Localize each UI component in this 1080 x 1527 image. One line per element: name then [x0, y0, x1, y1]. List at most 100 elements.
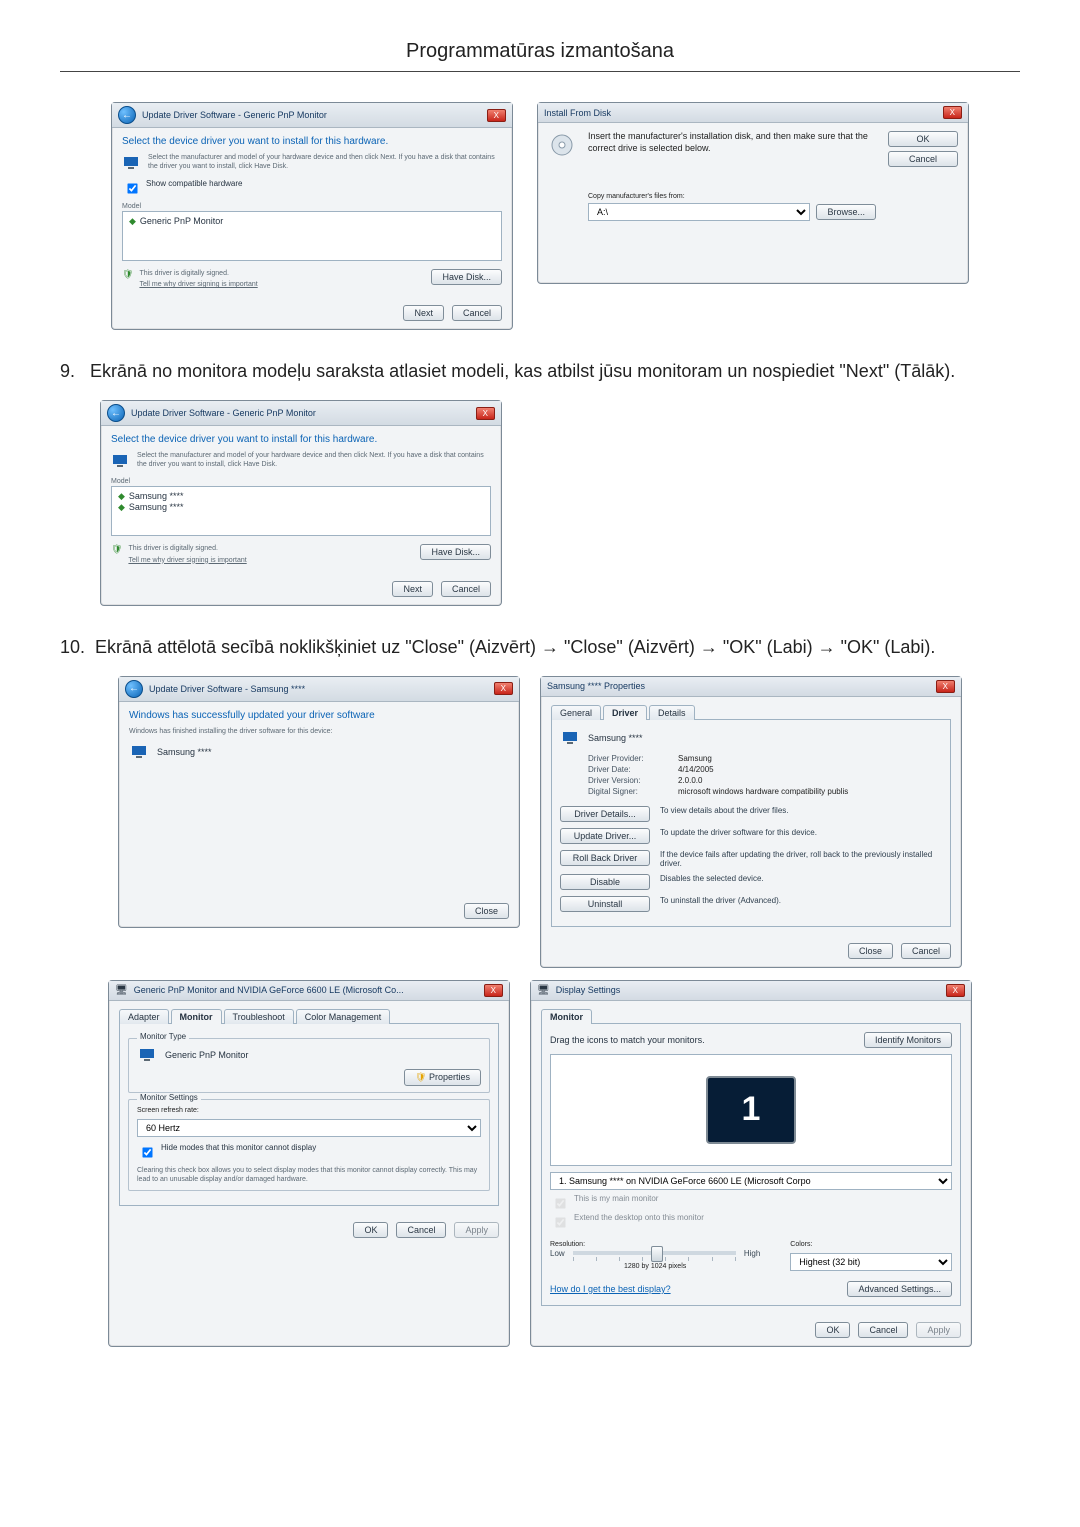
- dlg-update-success: ← Update Driver Software - Samsung **** …: [118, 676, 520, 928]
- install-note: Insert the manufacturer's installation d…: [588, 131, 876, 154]
- kv-value: 4/14/2005: [678, 765, 714, 774]
- disable-button[interactable]: Disable: [560, 874, 650, 890]
- have-disk-button[interactable]: Have Disk...: [431, 269, 502, 285]
- step-number: 10.: [60, 637, 85, 657]
- dlg-update-driver-2: ← Update Driver Software - Generic PnP M…: [100, 400, 502, 605]
- cert-icon: ◆: [118, 491, 125, 502]
- kv-value: microsoft windows hardware compatibility…: [678, 787, 848, 796]
- advanced-settings-button[interactable]: Advanced Settings...: [847, 1281, 952, 1297]
- kv-label: Driver Version:: [588, 776, 678, 785]
- model-header: Model: [111, 477, 491, 486]
- window-icon: 🖥: [537, 985, 550, 996]
- have-disk-button[interactable]: Have Disk...: [420, 544, 491, 560]
- ok-button[interactable]: OK: [888, 131, 958, 147]
- driver-details-button[interactable]: Driver Details...: [560, 806, 650, 822]
- desc: To uninstall the driver (Advanced).: [660, 896, 942, 905]
- tab-monitor[interactable]: Monitor: [541, 1009, 592, 1024]
- dialog-heading: Windows has successfully updated your dr…: [129, 710, 509, 721]
- page-title: Programmatūras izmantošana: [60, 40, 1020, 72]
- model-list[interactable]: ◆Samsung **** ◆Samsung ****: [111, 486, 491, 536]
- close-button[interactable]: Close: [848, 943, 893, 959]
- monitor-arrangement[interactable]: 1: [550, 1054, 952, 1166]
- resolution-value: 1280 by 1024 pixels: [550, 1262, 760, 1271]
- hide-modes-checkbox[interactable]: Hide modes that this monitor cannot disp…: [137, 1143, 481, 1162]
- breadcrumb: Update Driver Software - Generic PnP Mon…: [131, 408, 316, 418]
- ok-button[interactable]: OK: [353, 1222, 388, 1238]
- signing-info-link[interactable]: Tell me why driver signing is important: [139, 281, 257, 288]
- device-icon: [111, 451, 129, 471]
- close-icon[interactable]: X: [487, 109, 506, 122]
- cancel-button[interactable]: Cancel: [441, 581, 491, 597]
- back-icon[interactable]: ←: [125, 680, 143, 698]
- desc: To update the driver software for this d…: [660, 828, 942, 837]
- colors-select[interactable]: Highest (32 bit): [790, 1253, 952, 1271]
- model-list[interactable]: ◆Generic PnP Monitor: [122, 211, 502, 261]
- rollback-driver-button[interactable]: Roll Back Driver: [560, 850, 650, 866]
- back-icon[interactable]: ←: [107, 404, 125, 422]
- tab-adapter[interactable]: Adapter: [119, 1009, 169, 1024]
- close-button[interactable]: Close: [464, 903, 509, 919]
- device-name: Samsung ****: [157, 747, 212, 757]
- signing-info-link[interactable]: Tell me why driver signing is important: [128, 557, 246, 564]
- kv-value: 2.0.0.0: [678, 776, 702, 785]
- tab-details[interactable]: Details: [649, 705, 695, 720]
- device-name: Samsung ****: [588, 733, 643, 743]
- main-monitor-checkbox: This is my main monitor: [550, 1194, 952, 1213]
- tab-monitor[interactable]: Monitor: [171, 1009, 222, 1024]
- update-driver-button[interactable]: Update Driver...: [560, 828, 650, 844]
- step-9: 9. Ekrānā no monitora modeļu saraksta at…: [60, 358, 1020, 384]
- apply-button[interactable]: Apply: [916, 1322, 961, 1338]
- dialog-note: Select the manufacturer and model of you…: [137, 451, 491, 471]
- monitor-icon: [137, 1045, 157, 1065]
- desc: If the device fails after updating the d…: [660, 850, 942, 868]
- show-compatible-checkbox[interactable]: Show compatible hardware: [122, 179, 502, 198]
- next-button[interactable]: Next: [403, 305, 444, 321]
- dlg-install-from-disk: Install From Disk X Insert the manufactu…: [537, 102, 969, 284]
- extend-desktop-checkbox: Extend the desktop onto this monitor: [550, 1213, 952, 1232]
- ok-button[interactable]: OK: [815, 1322, 850, 1338]
- display-device-select[interactable]: 1. Samsung **** on NVIDIA GeForce 6600 L…: [550, 1172, 952, 1190]
- device-icon: [560, 728, 580, 748]
- next-button[interactable]: Next: [392, 581, 433, 597]
- list-item[interactable]: ◆Samsung ****: [118, 502, 484, 513]
- cancel-button[interactable]: Cancel: [396, 1222, 446, 1238]
- slider-high-label: High: [744, 1249, 760, 1258]
- browse-button[interactable]: Browse...: [816, 204, 876, 220]
- kv-label: Digital Signer:: [588, 787, 678, 796]
- tab-driver[interactable]: Driver: [603, 705, 647, 720]
- close-icon[interactable]: X: [494, 682, 513, 695]
- best-display-link[interactable]: How do I get the best display?: [550, 1284, 671, 1294]
- monitor-1-icon[interactable]: 1: [706, 1076, 796, 1144]
- tab-troubleshoot[interactable]: Troubleshoot: [224, 1009, 294, 1024]
- dlg-display-settings: 🖥 Display Settings X Monitor Drag the ic…: [530, 980, 972, 1347]
- back-icon[interactable]: ←: [118, 106, 136, 124]
- close-icon[interactable]: X: [943, 106, 962, 119]
- list-item[interactable]: ◆Generic PnP Monitor: [129, 216, 495, 227]
- tab-color-management[interactable]: Color Management: [296, 1009, 391, 1024]
- breadcrumb: Update Driver Software - Generic PnP Mon…: [142, 110, 327, 120]
- close-icon[interactable]: X: [946, 984, 965, 997]
- close-icon[interactable]: X: [476, 407, 495, 420]
- list-item[interactable]: ◆Samsung ****: [118, 491, 484, 502]
- close-icon[interactable]: X: [484, 984, 503, 997]
- cancel-button[interactable]: Cancel: [901, 943, 951, 959]
- device-icon: [122, 153, 140, 173]
- identify-monitors-button[interactable]: Identify Monitors: [864, 1032, 952, 1048]
- tab-general[interactable]: General: [551, 705, 601, 720]
- properties-button[interactable]: 🛡 Properties: [404, 1069, 481, 1086]
- kv-label: Driver Date:: [588, 765, 678, 774]
- refresh-rate-select[interactable]: 60 Hertz: [137, 1119, 481, 1137]
- cancel-button[interactable]: Cancel: [888, 151, 958, 167]
- group-title: Monitor Type: [137, 1032, 189, 1041]
- close-icon[interactable]: X: [936, 680, 955, 693]
- drag-label: Drag the icons to match your monitors.: [550, 1035, 705, 1045]
- cert-icon: ◆: [118, 502, 125, 513]
- shield-icon: 🛡: [122, 269, 133, 280]
- apply-button[interactable]: Apply: [454, 1222, 499, 1238]
- uninstall-button[interactable]: Uninstall: [560, 896, 650, 912]
- dlg-update-driver-1: ← Update Driver Software - Generic PnP M…: [111, 102, 513, 330]
- cancel-button[interactable]: Cancel: [858, 1322, 908, 1338]
- cancel-button[interactable]: Cancel: [452, 305, 502, 321]
- resolution-slider[interactable]: [573, 1251, 736, 1255]
- drive-select[interactable]: A:\: [588, 203, 810, 221]
